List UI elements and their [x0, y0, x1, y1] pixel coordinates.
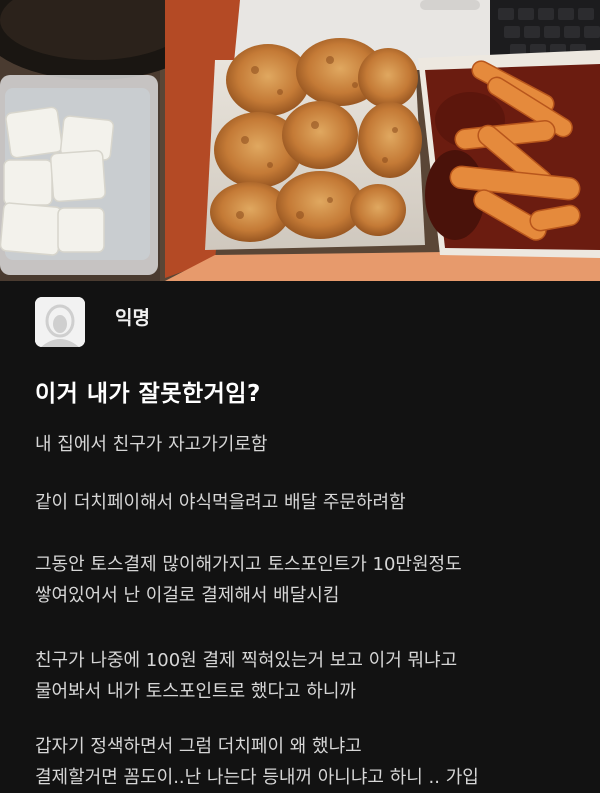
- author-name: 익명: [115, 307, 150, 329]
- post-title: 이거 내가 잘못한거임?: [35, 381, 261, 407]
- post-line: 내 집에서 친구가 자고가기로함: [35, 434, 268, 455]
- food-photo: [0, 0, 600, 281]
- post-paragraph: 친구가 나중에 100원 결제 찍혀있는거 보고 이거 뭐냐고 물어봐서 내가 …: [35, 645, 457, 707]
- post-paragraph: 내 집에서 친구가 자고가기로함: [35, 429, 267, 460]
- post-paragraph: 같이 더치페이해서 야식먹을려고 배달 주문하려함: [35, 487, 406, 518]
- post-line: 물어봐서 내가 토스포인트로 했다고 하니까: [35, 681, 356, 702]
- post-paragraph: 그동안 토스결제 많이해가지고 토스포인트가 10만원정도 쌓여있어서 난 이걸…: [35, 549, 462, 611]
- post-line: 그동안 토스결제 많이해가지고 토스포인트가 10만원정도: [35, 554, 462, 575]
- author-row: 익명: [35, 297, 150, 349]
- post-line: 친구가 나중에 100원 결제 찍혀있는거 보고 이거 뭐냐고: [35, 650, 458, 671]
- avatar: [35, 297, 85, 347]
- fried-chicken-and-tteokbokki-photo-icon: [0, 0, 600, 281]
- post-line: 결제할거면 꼼도이..난 나는다 등내꺼 아니냐고 하니 .. 가입: [35, 767, 479, 788]
- post-paragraph: 갑자기 정색하면서 그럼 더치페이 왜 했냐고 결제할거면 꼼도이..난 나는다…: [35, 731, 479, 793]
- post-card: 익명 이거 내가 잘못한거임? 내 집에서 친구가 자고가기로함 같이 더치페이…: [0, 281, 600, 788]
- post-line: 같이 더치페이해서 야식먹을려고 배달 주문하려함: [35, 492, 406, 513]
- post-line: 갑자기 정색하면서 그럼 더치페이 왜 했냐고: [35, 736, 362, 757]
- anonymous-user-icon: [35, 297, 85, 347]
- post-line: 쌓여있어서 난 이걸로 결제해서 배달시킴: [35, 585, 340, 606]
